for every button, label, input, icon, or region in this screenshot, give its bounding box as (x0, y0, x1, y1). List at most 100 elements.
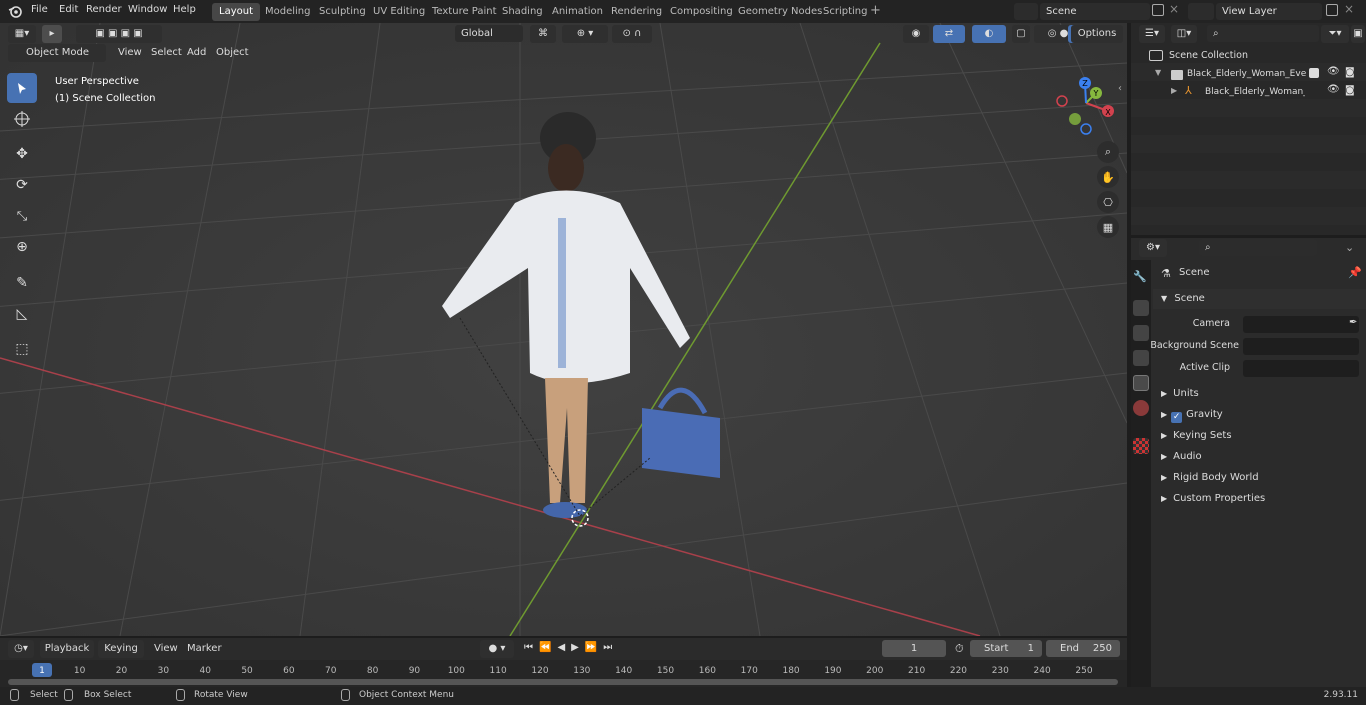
selection-mode-icons[interactable]: ▣ ▣ ▣ ▣ (76, 25, 162, 43)
menu-help[interactable]: Help (173, 4, 196, 15)
viewport-menu-select[interactable]: Select (151, 47, 182, 58)
menu-render[interactable]: Render (86, 4, 122, 15)
tab-sculpting[interactable]: Sculpting (312, 3, 373, 21)
eyedropper-icon[interactable]: ✒ (1349, 317, 1357, 328)
render-camera-icon[interactable]: ◙ (1345, 85, 1355, 96)
add-cube-tool[interactable]: ⬚ (7, 334, 37, 364)
viewport-menu-add[interactable]: Add (187, 47, 206, 58)
eye-icon[interactable]: 👁 (1327, 66, 1340, 77)
gravity-checkbox[interactable]: ✓ (1171, 412, 1183, 423)
copy-view-layer-icon[interactable] (1326, 4, 1338, 16)
xray-icon[interactable]: ▢ (1012, 25, 1030, 43)
viewport-menu-view[interactable]: View (118, 47, 142, 58)
start-frame-field[interactable]: Start 1 (970, 640, 1042, 657)
props-options-icon[interactable]: ⌄ (1345, 241, 1354, 254)
proportional-edit-icon[interactable]: ⊙ ∩ (612, 25, 652, 43)
transform-orientation-select[interactable]: Global (455, 25, 523, 42)
outliner-item-object[interactable]: Black_Elderly_Woman_E (1205, 87, 1305, 97)
units-panel[interactable]: ▶ Units (1153, 384, 1366, 404)
tab-shading[interactable]: Shading (495, 3, 550, 21)
eye-icon[interactable]: 👁 (1327, 84, 1340, 95)
exclude-checkbox-icon[interactable] (1309, 68, 1319, 78)
gizmo-toggle-icon[interactable]: ⇄ (933, 25, 965, 43)
cursor-tool[interactable] (7, 104, 37, 134)
close-scene-icon[interactable]: × (1169, 2, 1179, 16)
navigation-gizmo[interactable]: X Y Z (1052, 75, 1118, 139)
tab-scripting[interactable]: Scripting (816, 3, 874, 21)
menu-window[interactable]: Window (128, 4, 167, 15)
tab-texture-paint[interactable]: Texture Paint (425, 3, 504, 21)
outliner-item-collection[interactable]: Black_Elderly_Woman_Everyd (1187, 69, 1307, 79)
display-mode-icon[interactable]: ◫▾ (1171, 25, 1197, 43)
rigid-body-world-panel[interactable]: ▶ Rigid Body World (1153, 468, 1366, 488)
scene-panel-header[interactable]: ▼ Scene (1153, 289, 1366, 309)
rotate-tool[interactable]: ⟳ (7, 170, 37, 200)
tool-tab-icon[interactable]: 🔧 (1133, 270, 1149, 286)
props-search-input[interactable]: ⌕ (1199, 239, 1317, 256)
camera-field[interactable] (1243, 316, 1359, 333)
options-button[interactable]: Options (1071, 25, 1123, 43)
pan-view-button[interactable]: ✋ (1097, 166, 1119, 188)
object-mode-select[interactable]: Object Mode (8, 44, 106, 62)
scene-name-field[interactable]: Scene (1040, 3, 1150, 20)
visibility-icon[interactable]: ◉ (903, 25, 929, 43)
snap-icon[interactable]: ⊕ ▾ (562, 25, 608, 43)
tab-uv-editing[interactable]: UV Editing (366, 3, 432, 21)
outliner-editor-type-icon[interactable]: ☰▾ (1139, 25, 1165, 43)
tab-compositing[interactable]: Compositing (663, 3, 740, 21)
stopwatch-icon[interactable]: ⏱ (955, 642, 964, 656)
keying-menu[interactable]: Keying (98, 640, 144, 658)
move-tool[interactable]: ✥ (7, 139, 37, 169)
output-tab-icon[interactable] (1133, 325, 1149, 341)
tab-rendering[interactable]: Rendering (604, 3, 669, 21)
expand-arrow-icon[interactable]: ▼ (1155, 68, 1161, 77)
editor-type-icon[interactable]: ▦▾ (8, 25, 36, 43)
tab-modeling[interactable]: Modeling (258, 3, 318, 21)
view-layer-icon[interactable] (1188, 3, 1214, 20)
keying-sets-panel[interactable]: ▶ Keying Sets (1153, 426, 1366, 446)
scene-icon[interactable] (1014, 3, 1038, 20)
scene-collection-label[interactable]: Scene Collection (1169, 50, 1248, 61)
custom-properties-panel[interactable]: ▶ Custom Properties (1153, 489, 1366, 509)
tab-animation[interactable]: Animation (545, 3, 610, 21)
render-tab-icon[interactable] (1133, 300, 1149, 316)
viewport-menu-object[interactable]: Object (216, 47, 249, 58)
auto-keying-icon[interactable]: ● ▾ (480, 640, 514, 658)
scale-tool[interactable]: ⤡ (7, 201, 37, 231)
zoom-view-button[interactable]: ⌕ (1097, 141, 1119, 163)
close-view-layer-icon[interactable]: × (1344, 2, 1354, 16)
copy-scene-icon[interactable] (1152, 4, 1164, 16)
annotate-tool[interactable]: ✎ (7, 268, 37, 298)
ortho-toggle-button[interactable]: ▦ (1097, 216, 1119, 238)
pin-icon[interactable]: 📌 (1348, 266, 1362, 279)
playback-controls[interactable]: ⏮⏪◀▶⏩⏭ (524, 642, 618, 653)
overlay-toggle-icon[interactable]: ◐ (972, 25, 1006, 43)
camera-view-button[interactable]: ⎔ (1097, 191, 1119, 213)
select-tool-icon[interactable]: ▸ (42, 25, 62, 43)
texture-tab-icon[interactable] (1133, 438, 1149, 454)
background-scene-field[interactable] (1243, 338, 1359, 355)
select-box-tool[interactable] (7, 73, 37, 103)
3d-viewport[interactable]: ▦▾ ▸ ▣ ▣ ▣ ▣ Global ⌘ ⊕ ▾ ⊙ ∩ ◉ ⇄ ◐ ▢ ◎ … (0, 23, 1127, 636)
expand-arrow-icon[interactable]: ▶ (1171, 86, 1177, 95)
outliner-search-input[interactable]: ⌕ (1207, 25, 1319, 42)
pivot-point-icon[interactable]: ⌘ (530, 25, 556, 43)
tab-geometry-nodes[interactable]: Geometry Nodes (731, 3, 829, 21)
props-editor-type-icon[interactable]: ⚙▾ (1139, 239, 1167, 257)
measure-tool[interactable]: ◺ (7, 299, 37, 329)
audio-panel[interactable]: ▶ Audio (1153, 447, 1366, 467)
transform-tool[interactable]: ⊕ (7, 232, 37, 262)
tab-layout[interactable]: Layout (212, 3, 260, 21)
current-frame-field[interactable]: 1 (882, 640, 946, 657)
menu-file[interactable]: File (31, 4, 48, 15)
marker-menu[interactable]: Marker (187, 643, 222, 654)
active-clip-field[interactable] (1243, 360, 1359, 377)
character-model[interactable] (420, 108, 740, 538)
timeline-view-menu[interactable]: View (154, 643, 178, 654)
scene-tab-icon[interactable] (1133, 375, 1149, 391)
filter-icon[interactable]: ⏷▾ (1321, 25, 1349, 43)
gravity-panel[interactable]: ▶ ✓ Gravity (1153, 405, 1366, 425)
blender-logo-icon[interactable] (8, 4, 22, 18)
render-camera-icon[interactable]: ◙ (1345, 67, 1355, 78)
new-collection-icon[interactable]: ▣ (1351, 25, 1365, 43)
